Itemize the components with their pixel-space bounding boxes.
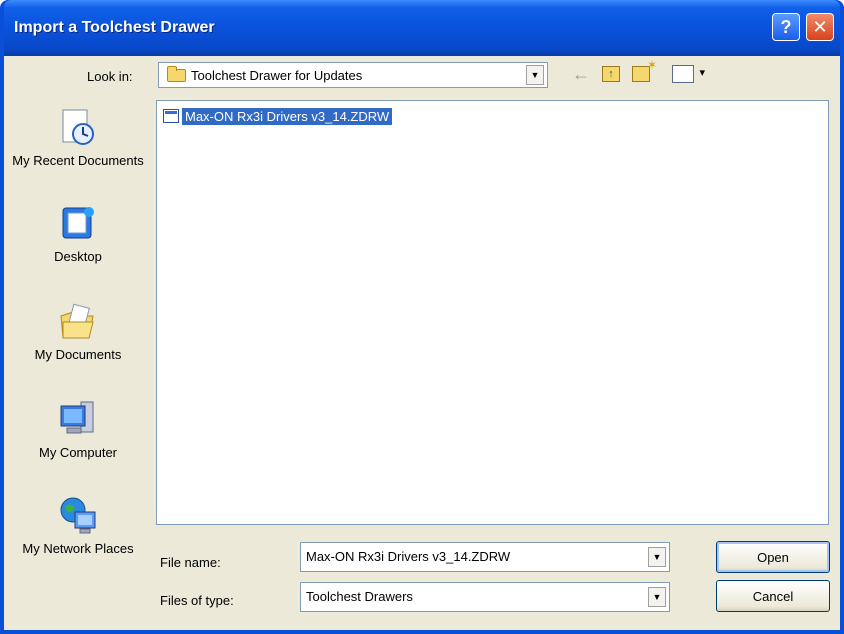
file-type-label: Files of type:: [160, 593, 234, 608]
places-bar: My Recent Documents Desktop My Documents: [10, 96, 146, 626]
folder-icon: [167, 66, 186, 82]
close-button[interactable]: ✕: [806, 13, 834, 41]
look-in-label: Look in:: [87, 69, 133, 84]
import-dialog-window: Import a Toolchest Drawer ? ✕ Look in: T…: [0, 0, 844, 634]
place-my-recent-documents[interactable]: My Recent Documents: [10, 108, 146, 169]
recent-documents-icon: [62, 109, 94, 145]
place-my-computer[interactable]: My Computer: [10, 400, 146, 461]
file-type-dropdown[interactable]: Toolchest Drawers ▼: [300, 582, 670, 612]
desktop-icon: [62, 207, 94, 239]
file-name-label: File name:: [160, 555, 221, 570]
chevron-down-icon[interactable]: ▼: [526, 65, 544, 85]
open-button[interactable]: Open: [716, 541, 830, 573]
place-label: My Computer: [38, 445, 118, 460]
place-label: My Recent Documents: [12, 153, 144, 168]
window-title: Import a Toolchest Drawer: [14, 19, 215, 36]
chevron-down-icon[interactable]: ▼: [648, 587, 666, 607]
place-desktop[interactable]: Desktop: [10, 204, 146, 265]
place-label: My Network Places: [22, 541, 134, 556]
network-places-icon: [60, 497, 96, 534]
chevron-down-icon[interactable]: ▼: [648, 547, 666, 567]
my-computer-icon: [60, 401, 94, 434]
file-list[interactable]: Max-ON Rx3i Drivers v3_14.ZDRW: [156, 100, 829, 525]
place-label: Desktop: [54, 249, 102, 264]
file-name-value: Max-ON Rx3i Drivers v3_14.ZDRW: [306, 549, 511, 564]
place-my-documents[interactable]: My Documents: [10, 302, 146, 363]
file-type-value: Toolchest Drawers: [306, 589, 413, 604]
new-folder-icon[interactable]: [632, 58, 657, 82]
place-label: My Documents: [34, 347, 122, 362]
look-in-value: Toolchest Drawer for Updates: [191, 68, 363, 83]
place-my-network-places[interactable]: My Network Places: [10, 496, 146, 557]
cancel-button[interactable]: Cancel: [716, 580, 830, 612]
file-item-name: Max-ON Rx3i Drivers v3_14.ZDRW: [182, 107, 393, 125]
file-icon: [163, 109, 179, 123]
dialog-body: Look in: Toolchest Drawer for Updates ▼ …: [4, 56, 840, 630]
title-bar[interactable]: Import a Toolchest Drawer ? ✕: [4, 0, 840, 56]
file-item[interactable]: Max-ON Rx3i Drivers v3_14.ZDRW: [163, 106, 393, 126]
look-in-dropdown[interactable]: Toolchest Drawer for Updates ▼: [158, 62, 548, 88]
help-button[interactable]: ?: [772, 13, 800, 41]
back-arrow-icon[interactable]: ←: [572, 64, 590, 85]
up-one-level-icon[interactable]: ↑: [602, 66, 620, 82]
my-documents-icon: [60, 303, 94, 339]
view-menu-icon[interactable]: [672, 65, 705, 83]
file-name-field[interactable]: Max-ON Rx3i Drivers v3_14.ZDRW ▼: [300, 542, 670, 572]
